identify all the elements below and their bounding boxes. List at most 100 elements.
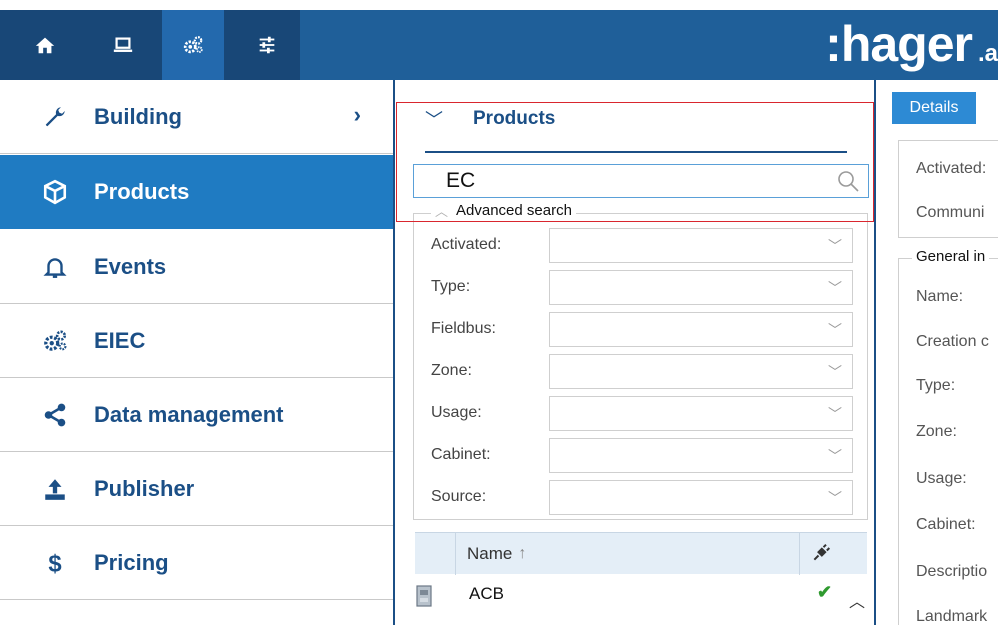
activated-select[interactable]: ﹀	[549, 228, 853, 263]
filter-label: Usage:	[431, 404, 482, 421]
row-name: ACB	[469, 584, 504, 603]
scroll-up-icon[interactable]: ︿	[849, 588, 865, 612]
source-select[interactable]: ﹀	[549, 480, 853, 515]
filter-cabinet: Cabinet: ﹀	[431, 438, 853, 473]
filter-type: Type: ﹀	[431, 270, 853, 305]
field-label: Zone:	[916, 423, 957, 440]
products-panel: ﹀ Products EC ︿ Advanced search Activate…	[393, 80, 876, 625]
chevron-down-icon: ﹀	[828, 406, 842, 422]
sidebar-item-data-management[interactable]: Data management	[0, 378, 393, 452]
divider	[425, 151, 847, 153]
advanced-search-toggle[interactable]: ︿ Advanced search	[431, 201, 576, 220]
settings-button[interactable]	[162, 10, 224, 80]
details-panel: Details Activated: Communi General in Na…	[876, 80, 998, 625]
sidebar-item-label: EIEC	[94, 327, 146, 353]
wrench-icon	[40, 102, 70, 132]
grid-header: Name ↑	[415, 532, 867, 575]
filter-label: Type:	[431, 278, 471, 295]
products-title: Products	[473, 108, 556, 129]
sidebar-item-label: Products	[94, 178, 190, 204]
chevron-right-icon: ›	[353, 102, 361, 127]
search-input[interactable]: EC	[413, 164, 869, 198]
field-label: Name:	[916, 288, 964, 305]
advanced-search-label: Advanced search	[456, 202, 572, 219]
sidebar-item-label: Pricing	[94, 549, 169, 575]
fieldbus-select[interactable]: ﹀	[549, 312, 853, 347]
field-label: Descriptio	[916, 563, 988, 580]
share-icon	[40, 400, 70, 430]
column-header-label: Name	[467, 544, 513, 563]
laptop-icon	[113, 37, 133, 52]
zone-select[interactable]: ﹀	[549, 354, 853, 389]
field-label: Cabinet:	[916, 516, 976, 533]
logo-text: :hager	[825, 16, 973, 72]
breaker-icon	[416, 585, 432, 607]
check-icon: ✔	[817, 582, 833, 602]
field-label: Creation c	[916, 333, 989, 350]
divider	[799, 533, 800, 575]
search-icon[interactable]	[836, 169, 860, 193]
svg-text:$: $	[48, 550, 61, 575]
filter-activated: Activated: ﹀	[431, 228, 853, 263]
type-select[interactable]: ﹀	[549, 270, 853, 305]
chevron-down-icon: ﹀	[828, 490, 842, 506]
products-header[interactable]: ﹀ Products	[425, 106, 555, 132]
filter-zone: Zone: ﹀	[431, 354, 853, 389]
field-label: Usage:	[916, 470, 967, 487]
laptop-button[interactable]	[92, 10, 154, 80]
chevron-down-icon: ﹀	[828, 238, 842, 254]
field-label: Landmark	[916, 608, 988, 625]
general-info-legend: General in	[912, 248, 990, 265]
upload-icon	[40, 474, 70, 504]
dollar-icon: $	[40, 548, 70, 578]
sidebar: Building › Products Events EIEC Data man…	[0, 80, 393, 625]
gears-icon	[40, 326, 70, 356]
chevron-down-icon: ﹀	[828, 280, 842, 296]
search-value: EC	[446, 169, 476, 192]
home-button[interactable]	[14, 10, 76, 80]
table-row[interactable]: ACB ✔ ︿	[415, 576, 867, 616]
chevron-down-icon: ﹀	[828, 448, 842, 464]
hager-logo: :hager .a	[825, 14, 998, 74]
sidebar-item-label: Building	[94, 103, 182, 129]
home-icon	[35, 37, 55, 54]
cube-icon	[40, 177, 70, 207]
gears-icon	[183, 36, 203, 54]
sidebar-item-building[interactable]: Building ›	[0, 80, 393, 154]
filter-label: Activated:	[431, 236, 502, 253]
top-bar: :hager .a	[0, 0, 998, 80]
sidebar-item-publisher[interactable]: Publisher	[0, 452, 393, 526]
sidebar-item-eiec[interactable]: EIEC	[0, 304, 393, 378]
usage-select[interactable]: ﹀	[549, 396, 853, 431]
chevron-up-icon: ︿	[435, 204, 449, 219]
filter-usage: Usage: ﹀	[431, 396, 853, 431]
details-status-box	[898, 140, 998, 238]
filter-label: Zone:	[431, 362, 472, 379]
sliders-button[interactable]	[236, 10, 298, 80]
sidebar-item-events[interactable]: Events	[0, 230, 393, 304]
chevron-down-icon[interactable]: ﹀	[425, 106, 443, 132]
sidebar-item-pricing[interactable]: $ Pricing	[0, 526, 393, 600]
sidebar-item-label: Publisher	[94, 475, 195, 501]
sidebar-item-products[interactable]: Products	[0, 155, 393, 229]
field-label: Communi	[916, 204, 985, 221]
field-label: Activated:	[916, 160, 987, 177]
filter-label: Source:	[431, 488, 487, 505]
details-button[interactable]: Details	[892, 92, 976, 124]
field-label: Type:	[916, 377, 956, 394]
divider	[455, 533, 456, 575]
filter-fieldbus: Fieldbus: ﹀	[431, 312, 853, 347]
column-header-name[interactable]: Name ↑	[467, 533, 526, 575]
sliders-icon	[259, 36, 275, 54]
filter-label: Fieldbus:	[431, 320, 496, 337]
sidebar-item-label: Events	[94, 253, 167, 279]
plug-icon[interactable]	[811, 543, 831, 563]
filter-label: Cabinet:	[431, 446, 491, 463]
chevron-down-icon: ﹀	[828, 322, 842, 338]
filter-source: Source: ﹀	[431, 480, 853, 515]
logo-suffix: .a	[977, 40, 998, 67]
sidebar-item-label: Data management	[94, 401, 284, 427]
bell-icon	[40, 252, 70, 282]
cabinet-select[interactable]: ﹀	[549, 438, 853, 473]
chevron-down-icon: ﹀	[828, 364, 842, 380]
